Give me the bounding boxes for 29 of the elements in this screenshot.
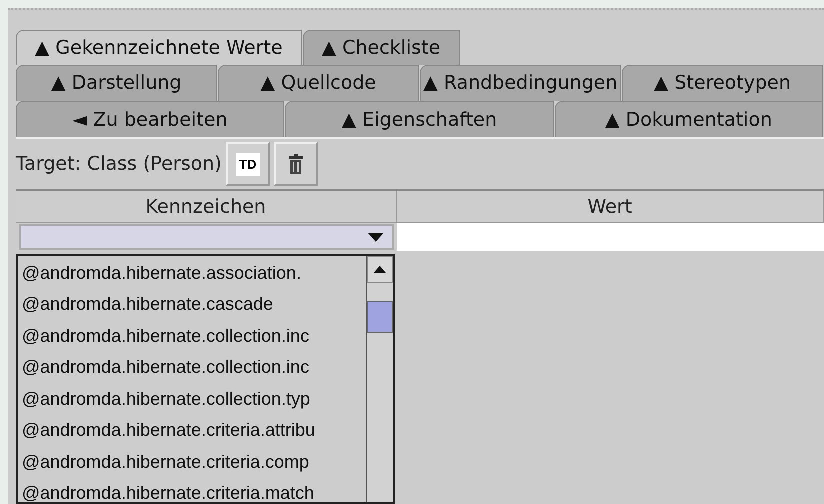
tab[interactable]: ▲ Quellcode (218, 64, 419, 102)
value-field[interactable] (397, 223, 824, 252)
target-label: Target: Class (Person) (16, 153, 222, 176)
tab[interactable]: ▲ Eigenschaften (285, 101, 554, 138)
up-arrow-icon (374, 266, 386, 274)
tag-dropdown[interactable] (19, 224, 394, 250)
trash-icon (288, 154, 303, 174)
delete-button[interactable] (274, 142, 318, 186)
tab[interactable]: ▲ Darstellung (16, 64, 217, 102)
list-item[interactable]: @andromda.hibernate.criteria.match (18, 478, 366, 502)
tab[interactable]: ▲ Checkliste (302, 30, 460, 65)
scrollbar[interactable] (366, 256, 393, 502)
tab[interactable]: ▲ Dokumentation (554, 101, 823, 138)
tab[interactable]: ▲ Randbedingungen (420, 64, 621, 102)
scroll-thumb[interactable] (367, 301, 393, 334)
column-header[interactable]: Kennzeichen (16, 191, 397, 224)
list-item[interactable]: @andromda.hibernate.cascade (18, 288, 366, 320)
list-item[interactable]: @andromda.hibernate.association. (18, 257, 366, 289)
list-item[interactable]: @andromda.hibernate.criteria.comp (18, 446, 366, 478)
tab[interactable]: ▲ Stereotypen (622, 64, 823, 102)
list-item[interactable]: @andromda.hibernate.collection.inc (18, 320, 366, 352)
td-button[interactable]: TD (226, 142, 270, 186)
caret-icon (368, 232, 384, 242)
list-item[interactable]: @andromda.hibernate.collection.typ (18, 383, 366, 415)
list-item[interactable]: @andromda.hibernate.collection.inc (18, 352, 366, 384)
tab[interactable]: ▲ Gekennzeichnete Werte (16, 30, 302, 65)
tab[interactable]: ◄ Zu bearbeiten (16, 101, 284, 138)
column-header[interactable]: Wert (397, 191, 824, 224)
list-item[interactable]: @andromda.hibernate.criteria.attribu (18, 414, 366, 446)
